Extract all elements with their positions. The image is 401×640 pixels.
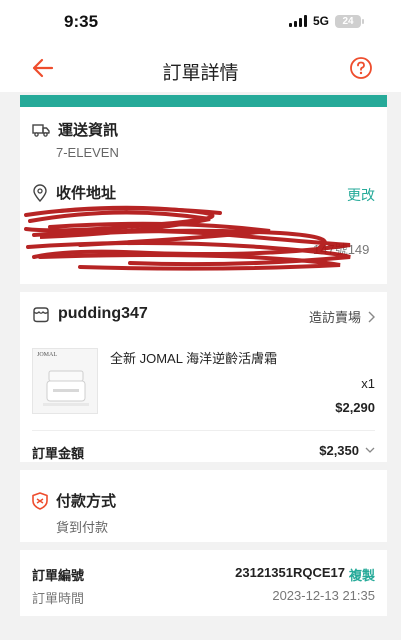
signal-icon <box>288 15 307 27</box>
shop-icon <box>33 306 49 322</box>
battery-icon: 24 <box>335 14 364 28</box>
nav-bar: 訂單詳情 <box>0 44 401 92</box>
product-thumbnail[interactable]: JOMAL <box>32 348 98 414</box>
status-bar: 9:35 5G 24 <box>0 0 401 44</box>
order-time: 2023-12-13 21:35 <box>272 588 375 603</box>
battery-level: 24 <box>342 15 354 27</box>
order-total-label: 訂單金額 <box>32 446 85 461</box>
cream-jar-image <box>43 370 89 406</box>
order-number-group: 23121351RQCE17 複製 <box>235 565 375 584</box>
order-total-toggle[interactable]: $2,350 <box>319 443 375 458</box>
chevron-right-icon <box>368 311 375 322</box>
product-price: $2,290 <box>335 400 375 415</box>
order-info-card: 訂單編號 23121351RQCE17 複製 訂單時間 2023-12-13 2… <box>20 550 387 616</box>
page-title: 訂單詳情 <box>162 63 239 84</box>
order-number: 23121351RQCE17 <box>235 565 345 580</box>
order-total-value: $2,350 <box>319 443 359 458</box>
payment-card: 付款方式 貨到付款 <box>20 470 387 542</box>
payment-header: 付款方式 <box>32 490 116 511</box>
redaction-scribble <box>24 205 351 271</box>
status-strip <box>20 95 387 107</box>
copy-button[interactable]: 複製 <box>349 565 375 584</box>
order-time-label: 訂單時間 <box>32 591 85 606</box>
status-time: 9:35 <box>64 12 99 31</box>
order-number-label: 訂單編號 <box>32 568 85 583</box>
product-name[interactable]: 全新 JOMAL 海洋逆齡活膚霜 <box>110 348 277 367</box>
shield-icon <box>32 491 48 510</box>
visit-shop-button[interactable]: 造訪賣場 <box>309 307 375 326</box>
shop-header[interactable]: pudding347 <box>32 305 148 323</box>
question-circle-icon <box>350 57 372 79</box>
status-indicators: 5G 24 <box>288 14 364 28</box>
shipping-address-card: 運送資訊 7-ELEVEN 收件地址 更改 147號149 <box>20 107 387 284</box>
shop-name: pudding347 <box>58 305 148 322</box>
chevron-down-icon <box>365 447 375 453</box>
product-quantity: x1 <box>361 376 375 391</box>
payment-title: 付款方式 <box>56 493 117 510</box>
payment-method: 貨到付款 <box>56 520 109 535</box>
divider <box>32 430 375 431</box>
help-button[interactable] <box>349 56 373 80</box>
shop-card: pudding347 造訪賣場 JOMAL 全新 JOMAL 海洋逆齡活膚霜 x… <box>20 292 387 462</box>
network-label: 5G <box>312 14 329 28</box>
visit-shop-label: 造訪賣場 <box>308 310 361 325</box>
